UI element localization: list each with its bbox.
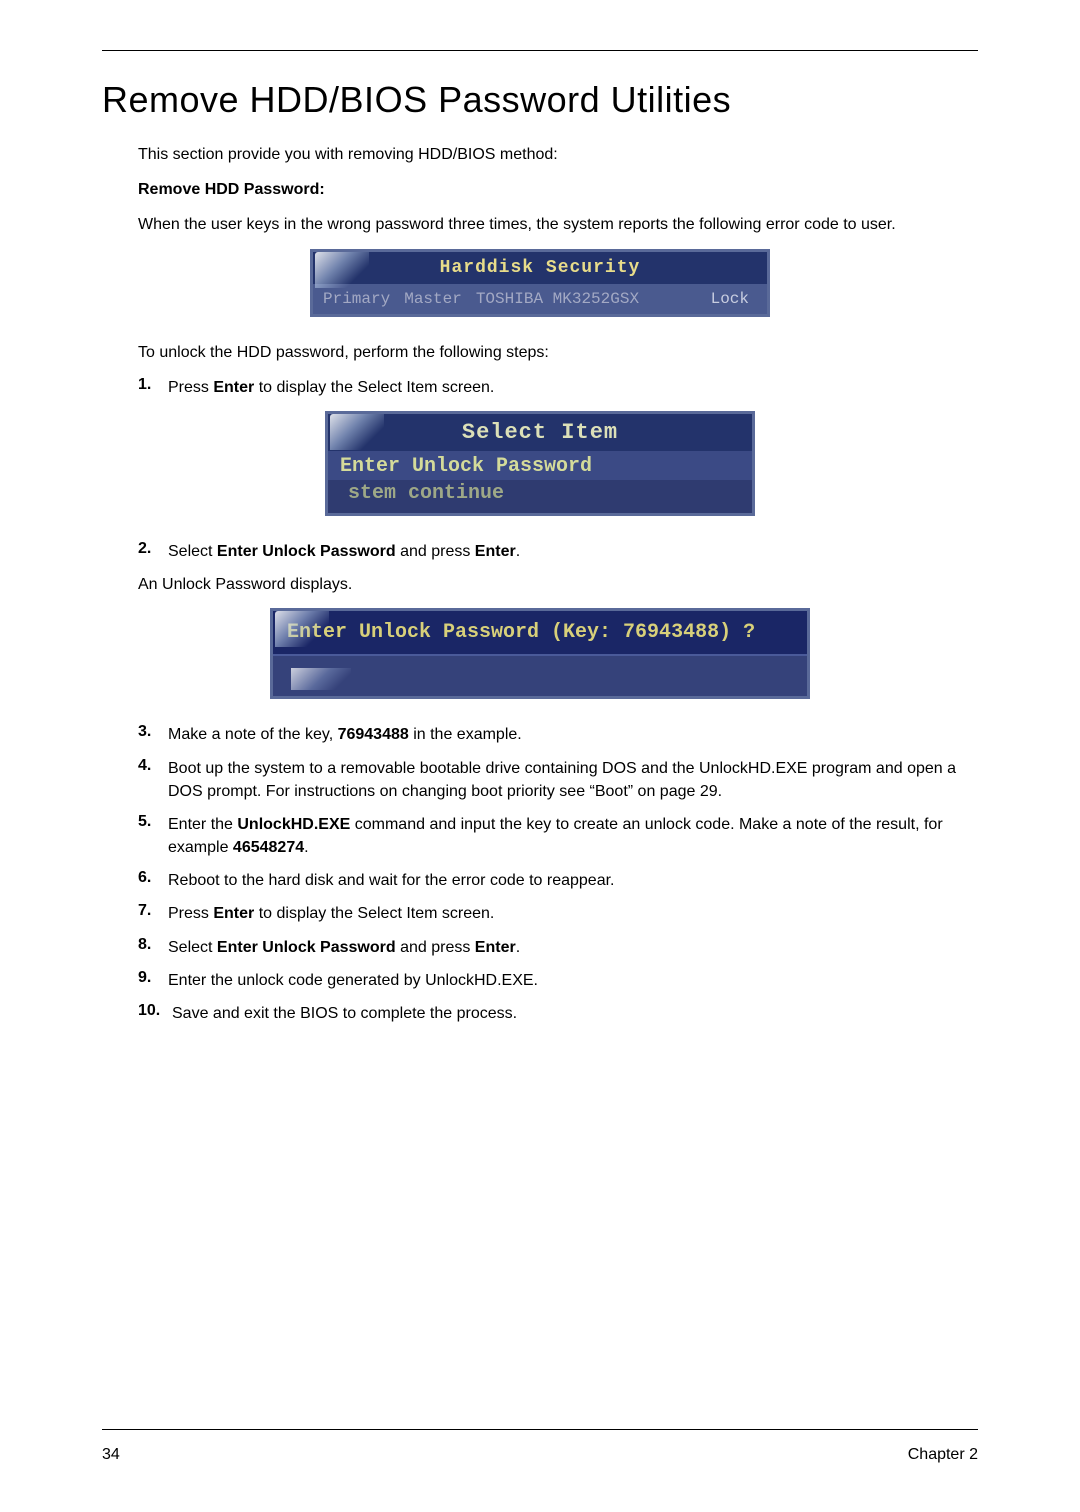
list-num: 8. [138, 936, 168, 959]
list-item: 1. Press Enter to display the Select Ite… [138, 376, 978, 399]
text-span: Reboot to the hard disk and wait for the… [168, 872, 615, 889]
bios-input-area [273, 654, 807, 696]
page-title: Remove HDD/BIOS Password Utilities [102, 79, 978, 121]
text-bold: Enter [213, 905, 254, 922]
list-text: Press Enter to display the Select Item s… [168, 376, 978, 399]
text-span: to display the Select Item screen. [254, 905, 494, 922]
bios-figure-harddisk-security: Harddisk Security Primary Master TOSHIBA… [310, 249, 770, 317]
page-footer: 34 Chapter 2 [102, 1446, 978, 1464]
bios-col-master: Master [404, 290, 462, 308]
text-span: and press [396, 543, 475, 560]
list-item: 6. Reboot to the hard disk and wait for … [138, 869, 978, 892]
list-item: 5. Enter the UnlockHD.EXE command and in… [138, 813, 978, 859]
list-num: 3. [138, 723, 168, 746]
bios-prompt: Enter Unlock Password (Key: 76943488) ? [273, 611, 807, 654]
text-span: Enter the unlock code generated by Unloc… [168, 972, 538, 989]
intro-line2: When the user keys in the wrong password… [138, 213, 978, 236]
list-num: 4. [138, 757, 168, 803]
text-span: Press [168, 905, 213, 922]
list-text: Boot up the system to a removable bootab… [168, 757, 978, 803]
list-item: 2. Select Enter Unlock Password and pres… [138, 540, 978, 563]
chapter-label: Chapter 2 [908, 1446, 978, 1464]
text-bold: 46548274 [233, 839, 304, 856]
text-span: Select [168, 939, 217, 956]
bios-row: Primary Master TOSHIBA MK3252GSX Lock [313, 284, 767, 314]
after-fig1: To unlock the HDD password, perform the … [138, 341, 978, 364]
intro-line1: This section provide you with removing H… [138, 143, 978, 166]
list-item: 3. Make a note of the key, 76943488 in t… [138, 723, 978, 746]
text-span: Enter the [168, 816, 237, 833]
bios-figure-unlock-prompt: Enter Unlock Password (Key: 76943488) ? [270, 608, 810, 699]
list-num: 9. [138, 969, 168, 992]
text-bold: UnlockHD.EXE [237, 816, 350, 833]
after-step2: An Unlock Password displays. [138, 573, 978, 596]
text-bold: Enter [475, 543, 516, 560]
text-bold: Enter Unlock Password [217, 543, 396, 560]
bios-title: Harddisk Security [313, 252, 767, 284]
steps-list-b: 2. Select Enter Unlock Password and pres… [138, 540, 978, 563]
list-text: Enter the UnlockHD.EXE command and input… [168, 813, 978, 859]
list-num: 6. [138, 869, 168, 892]
text-span: to display the Select Item screen. [254, 379, 494, 396]
list-text: Select Enter Unlock Password and press E… [168, 540, 978, 563]
list-text: Save and exit the BIOS to complete the p… [172, 1002, 978, 1025]
list-item: 9. Enter the unlock code generated by Un… [138, 969, 978, 992]
text-bold: Enter [213, 379, 254, 396]
list-item: 7. Press Enter to display the Select Ite… [138, 902, 978, 925]
text-bold: Enter Unlock Password [217, 939, 396, 956]
bios-select-row-2: stem continue [328, 480, 752, 513]
bios-col-lock: Lock [711, 290, 757, 308]
list-num: 10. [138, 1002, 172, 1025]
page-number: 34 [102, 1446, 120, 1464]
text-span: Make a note of the key, [168, 726, 338, 743]
steps-list-c: 3. Make a note of the key, 76943488 in t… [138, 723, 978, 1025]
text-span: . [304, 839, 308, 856]
bios-col-primary: Primary [323, 290, 390, 308]
list-num: 5. [138, 813, 168, 859]
list-num: 2. [138, 540, 168, 563]
steps-list-a: 1. Press Enter to display the Select Ite… [138, 376, 978, 399]
text-bold: 76943488 [338, 726, 409, 743]
bios-select-row-1: Enter Unlock Password [328, 451, 752, 480]
text-span: Press [168, 379, 213, 396]
text-bold: Enter [475, 939, 516, 956]
bios-title: Select Item [328, 414, 752, 451]
list-item: 4. Boot up the system to a removable boo… [138, 757, 978, 803]
list-text: Reboot to the hard disk and wait for the… [168, 869, 978, 892]
top-rule [102, 50, 978, 51]
glare [291, 668, 351, 690]
bottom-rule [102, 1429, 978, 1430]
text-span: and press [396, 939, 475, 956]
text-span: . [516, 543, 520, 560]
list-text: Press Enter to display the Select Item s… [168, 902, 978, 925]
text-span: . [516, 939, 520, 956]
list-item: 8. Select Enter Unlock Password and pres… [138, 936, 978, 959]
list-num: 7. [138, 902, 168, 925]
list-text: Make a note of the key, 76943488 in the … [168, 723, 978, 746]
bios-figure-select-item: Select Item Enter Unlock Password stem c… [325, 411, 755, 516]
list-text: Enter the unlock code generated by Unloc… [168, 969, 978, 992]
list-num: 1. [138, 376, 168, 399]
list-text: Select Enter Unlock Password and press E… [168, 936, 978, 959]
text-span: Boot up the system to a removable bootab… [168, 760, 956, 800]
intro-subhead: Remove HDD Password: [138, 178, 978, 201]
text-span: in the example. [409, 726, 522, 743]
list-item: 10. Save and exit the BIOS to complete t… [138, 1002, 978, 1025]
text-span: Save and exit the BIOS to complete the p… [172, 1005, 517, 1022]
text-span: Select [168, 543, 217, 560]
bios-col-model: TOSHIBA MK3252GSX [476, 290, 639, 308]
